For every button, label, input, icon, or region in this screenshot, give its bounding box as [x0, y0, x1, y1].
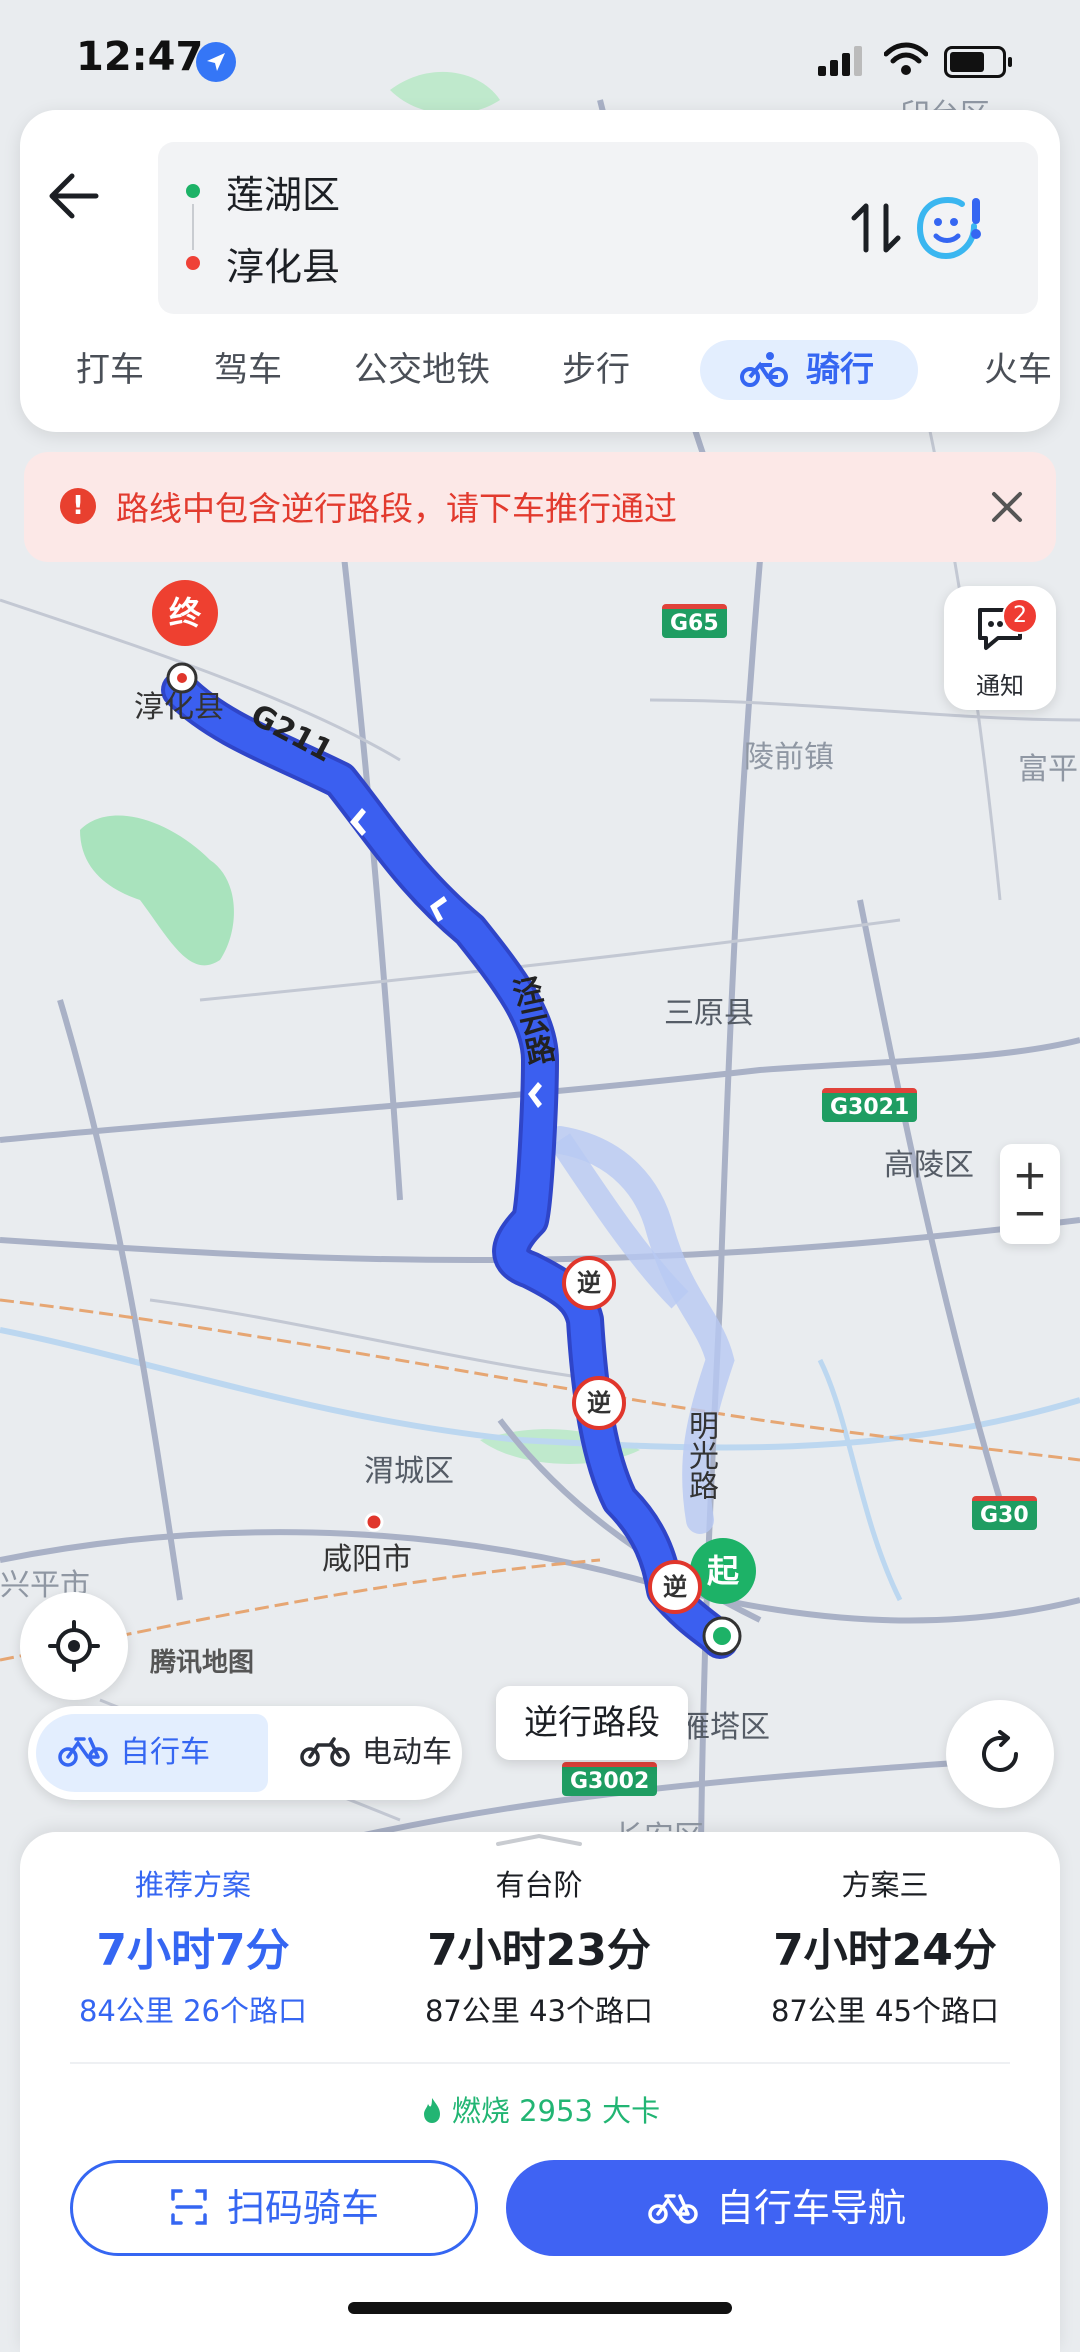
plan-duration: 7小时7分 — [96, 1925, 290, 1976]
battery-icon — [944, 46, 1012, 78]
route-search-card: 莲湖区 淳化县 打车 驾车 公交地铁 步行 骑行 火车 — [20, 110, 1060, 432]
end-location[interactable]: 淳化县 — [226, 236, 340, 291]
scan-label: 扫码骑车 — [226, 2186, 379, 2230]
notification-count-badge: 2 — [1002, 598, 1038, 634]
map-label-xianyang: 咸阳市 — [322, 1542, 412, 1577]
cycling-icon — [740, 351, 788, 387]
tab-cycling[interactable]: 骑行 — [700, 340, 918, 400]
scan-icon — [171, 2188, 207, 2225]
map-label-weicheng: 渭城区 — [364, 1454, 454, 1489]
highway-shield: G30 — [972, 1496, 1037, 1530]
electric-bike-icon — [300, 1736, 350, 1767]
reverse-segment-callout: 逆行路段 — [496, 1686, 688, 1760]
calorie-text: 燃烧 2953 大卡 — [451, 2094, 661, 2128]
swap-icon[interactable] — [846, 196, 906, 260]
travel-mode-tabs: 打车 驾车 公交地铁 步行 骑行 火车 — [20, 330, 1060, 410]
plan-duration: 7小时23分 — [427, 1925, 651, 1976]
tab-train[interactable]: 火车 — [984, 340, 1052, 400]
status-bar: 12:47 — [0, 0, 1080, 120]
route-plan-steps[interactable]: 有台阶 7小时23分 87公里 43个路口 — [366, 1862, 712, 2030]
plan-tag: 方案三 — [841, 1868, 929, 1902]
plan-meta: 84公里 26个路口 — [78, 1994, 308, 2028]
bicycle-option[interactable]: 自行车 — [36, 1714, 268, 1792]
tab-transit[interactable]: 公交地铁 — [354, 340, 490, 400]
map-label-mingguang: 明光路 — [683, 1410, 718, 1500]
close-icon[interactable] — [986, 486, 1028, 528]
zoom-control[interactable]: + − — [1000, 1144, 1060, 1244]
map-label-chunhua: 淳化县 — [134, 690, 224, 725]
start-location[interactable]: 莲湖区 — [226, 164, 340, 219]
divider — [70, 2062, 1010, 2064]
calorie-estimate: 燃烧 2953 大卡 — [20, 2088, 1060, 2130]
connector-line — [192, 204, 194, 250]
reverse-route-warning: 路线中包含逆行路段，请下车推行通过 — [24, 452, 1056, 562]
tab-taxi[interactable]: 打车 — [76, 340, 144, 400]
map-label-sanyuan: 三原县 — [664, 996, 754, 1031]
location-services-icon — [196, 42, 236, 82]
crosshair-icon — [48, 1620, 100, 1672]
reverse-marker: 逆 — [572, 1376, 626, 1430]
scan-to-ride-button[interactable]: 扫码骑车 — [70, 2160, 478, 2256]
ebike-option-label: 电动车 — [362, 1735, 452, 1770]
reverse-marker: 逆 — [562, 1256, 616, 1310]
map-attribution: 腾讯地图 — [150, 1648, 255, 1678]
route-endpoints[interactable]: 莲湖区 淳化县 — [158, 142, 1038, 314]
panel-drag-handle[interactable] — [494, 1834, 584, 1846]
back-button[interactable] — [38, 160, 110, 232]
plan-tag: 有台阶 — [495, 1868, 583, 1902]
bicycle-option-label: 自行车 — [120, 1735, 210, 1770]
route-plan-recommended[interactable]: 推荐方案 7小时7分 84公里 26个路口 — [20, 1862, 366, 2030]
route-plan-three[interactable]: 方案三 7小时24分 87公里 45个路口 — [712, 1862, 1058, 2030]
plan-meta: 87公里 45个路口 — [770, 1994, 1000, 2028]
map-label-fuping: 富平 — [1018, 752, 1078, 787]
locate-me-button[interactable] — [20, 1592, 128, 1700]
home-indicator[interactable] — [348, 2302, 732, 2314]
bicycle-icon — [648, 2193, 698, 2224]
notification-button[interactable]: 2 通知 — [944, 586, 1056, 710]
route-options-panel: 推荐方案 7小时7分 84公里 26个路口 有台阶 7小时23分 87公里 43… — [20, 1832, 1060, 2352]
tab-drive[interactable]: 驾车 — [214, 340, 282, 400]
cellular-signal-icon — [818, 46, 862, 76]
end-marker: 终 — [152, 580, 218, 646]
ai-assistant-icon[interactable] — [914, 192, 988, 262]
highway-shield: G3021 — [822, 1088, 918, 1122]
map-label-lingqian: 陵前镇 — [744, 740, 834, 775]
status-time: 12:47 — [76, 34, 204, 80]
map-label-yanta: 雁塔区 — [680, 1710, 770, 1745]
bicycle-icon — [58, 1736, 108, 1767]
plan-tag: 推荐方案 — [134, 1868, 251, 1902]
end-dot-icon — [186, 256, 200, 270]
alert-icon — [60, 488, 96, 524]
navigate-label: 自行车导航 — [715, 2186, 906, 2230]
highway-shield: G65 — [662, 604, 727, 638]
plan-meta: 87公里 43个路口 — [424, 1994, 654, 2028]
start-dot-icon — [186, 184, 200, 198]
bike-navigation-button[interactable]: 自行车导航 — [506, 2160, 1048, 2256]
refresh-button[interactable] — [946, 1700, 1054, 1808]
map-label-gaoling: 高陵区 — [884, 1148, 974, 1183]
ebike-option[interactable]: 电动车 — [278, 1714, 452, 1792]
plan-duration: 7小时24分 — [773, 1925, 997, 1976]
zoom-out-icon[interactable]: − — [1000, 1188, 1060, 1237]
highway-shield: G3002 — [562, 1762, 658, 1796]
tab-walk[interactable]: 步行 — [562, 340, 630, 400]
notification-label: 通知 — [976, 672, 1024, 700]
reverse-marker: 逆 — [648, 1560, 702, 1614]
warning-text: 路线中包含逆行路段，请下车推行通过 — [116, 489, 677, 528]
flame-icon — [423, 2098, 440, 2123]
refresh-icon — [982, 1730, 1018, 1772]
wifi-icon — [884, 42, 928, 75]
vehicle-type-toggle: 自行车 电动车 — [28, 1706, 462, 1800]
tab-cycling-label: 骑行 — [806, 350, 874, 390]
